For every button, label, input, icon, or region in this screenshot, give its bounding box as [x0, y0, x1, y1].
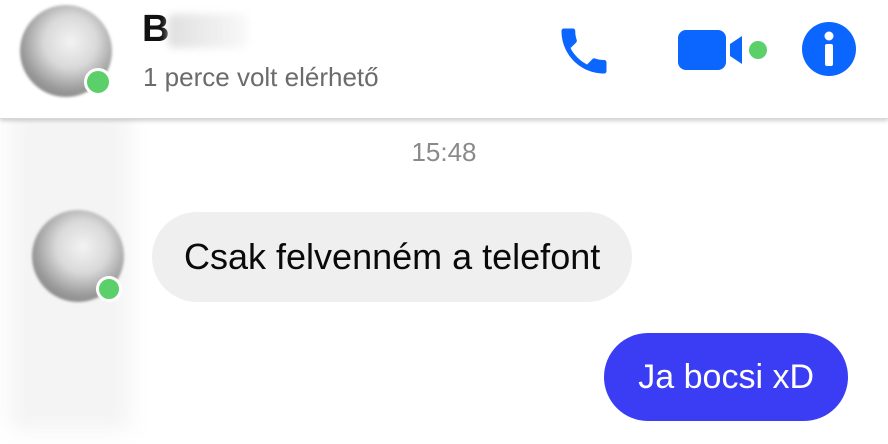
incoming-message-bubble[interactable]: Csak felvenném a telefont — [152, 212, 633, 302]
chat-header: B 1 perce volt elérhető — [0, 0, 888, 119]
info-icon[interactable] — [800, 20, 858, 78]
redacted-name-blur — [168, 14, 248, 48]
video-camera-icon[interactable] — [676, 24, 772, 76]
phone-icon[interactable] — [554, 21, 614, 81]
message-timestamp: 15:48 — [411, 137, 477, 167]
online-indicator — [84, 68, 112, 96]
outgoing-message-bubble[interactable]: Ja bocsi xD — [604, 333, 848, 421]
sender-online-indicator — [96, 276, 122, 302]
last-active-status: 1 perce volt elérhető — [143, 62, 379, 92]
contact-name[interactable]: B — [142, 8, 170, 51]
